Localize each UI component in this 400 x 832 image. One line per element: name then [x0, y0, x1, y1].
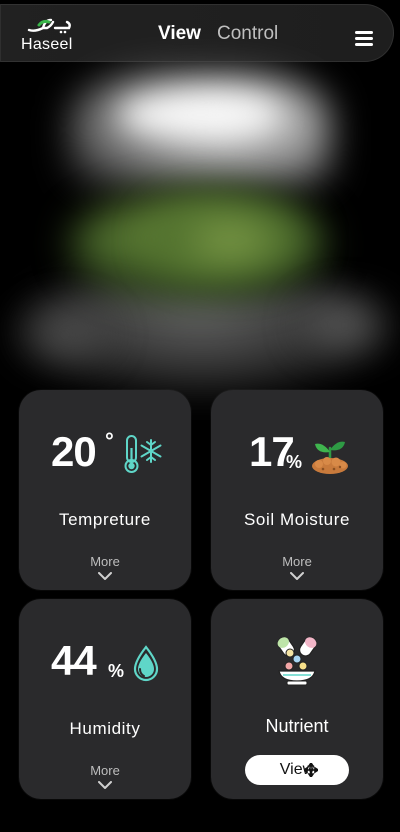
- temperature-value: 20: [51, 428, 97, 475]
- tab-view[interactable]: View: [158, 23, 201, 45]
- nutrient-label: Nutrient: [265, 716, 329, 736]
- tab-control[interactable]: Control: [217, 23, 278, 45]
- thermometer-snowflake-icon: [124, 435, 162, 473]
- hamburger-menu-icon[interactable]: [355, 31, 373, 46]
- temperature-label: Tempreture: [59, 510, 151, 529]
- temperature-more-link[interactable]: More: [19, 554, 191, 569]
- soil-moisture-card[interactable]: 17 % Soil Moisture More: [211, 390, 383, 590]
- greenhouse-hero-image: [0, 0, 400, 420]
- dashboard-screen: Haseel View Control 20 ° Tempreture More: [0, 0, 400, 832]
- water-drop-icon: [133, 645, 159, 682]
- nutrient-capsules-icon: [277, 636, 317, 686]
- chevron-down-icon[interactable]: [290, 572, 304, 581]
- chevron-down-icon[interactable]: [98, 781, 112, 790]
- humidity-unit: %: [108, 661, 125, 681]
- nutrient-view-button[interactable]: View: [245, 755, 349, 785]
- chevron-down-icon[interactable]: [98, 572, 112, 581]
- temperature-card[interactable]: 20 ° Tempreture More: [19, 390, 191, 590]
- logo-text: Haseel: [21, 36, 73, 53]
- app-logo[interactable]: Haseel: [19, 14, 79, 54]
- move-cursor-icon: [304, 763, 318, 777]
- nutrient-card[interactable]: Nutrient View: [211, 599, 383, 799]
- soil-moisture-more-link[interactable]: More: [211, 554, 383, 569]
- soil-moisture-unit: %: [286, 452, 303, 472]
- soil-moisture-label: Soil Moisture: [243, 510, 351, 529]
- top-nav-bar: Haseel View Control: [0, 4, 394, 62]
- humidity-label: Humidity: [69, 719, 141, 738]
- temperature-unit: °: [105, 428, 114, 453]
- arabic-logo-mark: [27, 18, 71, 34]
- humidity-card[interactable]: 44 % Humidity More: [19, 599, 191, 799]
- humidity-more-link[interactable]: More: [19, 763, 191, 778]
- humidity-value: 44: [51, 637, 97, 684]
- sprout-soil-icon: [312, 441, 348, 474]
